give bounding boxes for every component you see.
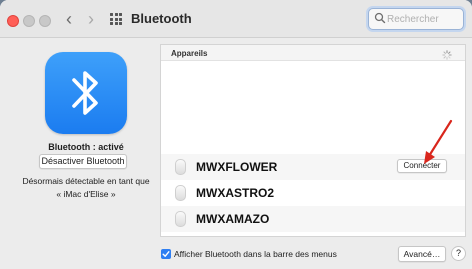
discoverable-text: Désormais détectable en tant que <box>22 176 150 186</box>
annotation-arrow-icon <box>424 119 453 164</box>
minimize-window-button[interactable] <box>23 15 35 27</box>
title-bar: ‹ › Bluetooth <box>0 0 472 38</box>
checkmark-icon <box>162 251 170 257</box>
earbud-icon <box>175 211 186 227</box>
chevron-right-icon[interactable]: › <box>88 9 94 29</box>
bluetooth-status: Bluetooth : activé <box>48 142 124 152</box>
window-title: Bluetooth <box>131 11 192 26</box>
close-window-button[interactable] <box>7 15 19 27</box>
disable-bluetooth-button[interactable]: Désactiver Bluetooth <box>39 154 127 169</box>
loading-spinner-icon <box>442 50 452 60</box>
devices-title: Appareils <box>171 49 208 58</box>
chevron-left-icon[interactable]: ‹ <box>66 9 72 29</box>
search-field[interactable] <box>368 8 464 30</box>
earbud-icon <box>175 185 186 201</box>
zoom-window-button[interactable] <box>39 15 51 27</box>
advanced-button[interactable]: Avancé… <box>398 246 446 262</box>
show-in-menu-bar-checkbox[interactable] <box>161 249 171 259</box>
search-input[interactable] <box>387 11 461 27</box>
devices-header: Appareils <box>161 45 465 61</box>
bluetooth-icon <box>45 52 127 134</box>
computer-name-text: « iMac d'Elise » <box>56 189 116 199</box>
search-icon <box>374 12 386 24</box>
device-name: MWXAMAZO <box>196 212 270 226</box>
earbud-icon <box>175 159 186 175</box>
device-name: MWXFLOWER <box>196 160 278 174</box>
show-all-grid-icon[interactable] <box>110 13 122 25</box>
device-row[interactable]: MWXAMAZO <box>161 206 465 232</box>
show-in-menu-bar-label[interactable]: Afficher Bluetooth dans la barre des men… <box>174 249 337 259</box>
device-row[interactable]: MWXASTRO2 <box>161 180 465 206</box>
help-button[interactable]: ? <box>451 246 466 261</box>
bluetooth-preferences-window: ‹ › Bluetooth Bluetooth : activé Désacti… <box>0 0 472 269</box>
device-name: MWXASTRO2 <box>196 186 274 200</box>
